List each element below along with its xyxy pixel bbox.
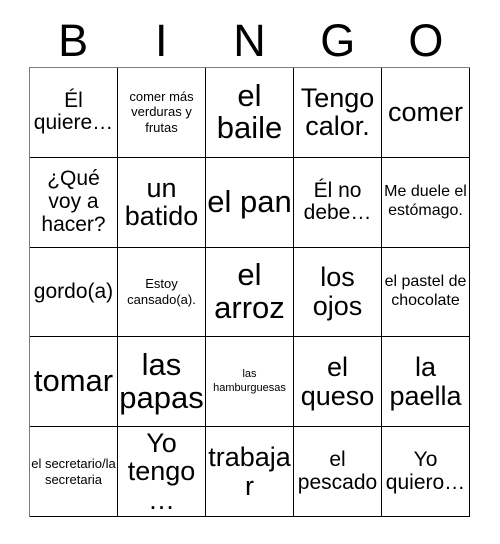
bingo-row: el secretario/la secretaria Yo tengo… trab… — [30, 427, 470, 517]
bingo-cell-text: Él quiere… — [33, 88, 114, 135]
bingo-cell-r3c1[interactable]: gordo(a) — [30, 247, 118, 338]
bingo-cell-r4c2[interactable]: las papas — [118, 337, 206, 428]
bingo-cell-text: el secretario/la secretaria — [31, 455, 116, 487]
bingo-cell-text: Tengo calor. — [300, 82, 375, 142]
bingo-cell-r4c1[interactable]: tomar — [30, 337, 118, 428]
bingo-cell-text: un batido — [124, 172, 199, 232]
bingo-cell-r5c3[interactable]: trabajar — [206, 427, 294, 517]
bingo-cell-text: los ojos — [312, 262, 363, 321]
bingo-cell-text: trabajar — [208, 441, 291, 501]
bingo-cell-r1c2[interactable]: comer más verduras y frutas — [118, 68, 206, 158]
bingo-cell-text: el arroz — [214, 257, 285, 325]
bingo-cell-r3c4[interactable]: los ojos — [294, 247, 382, 338]
bingo-cell-text: el pescado — [297, 447, 378, 494]
bingo-cell-text: Yo quiero… — [385, 447, 466, 494]
bingo-cell-text: Él no debe… — [303, 178, 372, 225]
bingo-cell-r4c4[interactable]: el queso — [294, 337, 382, 428]
bingo-cell-r4c5[interactable]: la paella — [382, 337, 470, 428]
bingo-cell-text: Yo tengo… — [127, 427, 196, 515]
bingo-cell-r4c3[interactable]: las hamburguesas — [206, 337, 294, 428]
bingo-cell-r2c2[interactable]: un batido — [118, 157, 206, 248]
bingo-cell-r3c2[interactable]: Estoy cansado(a). — [118, 247, 206, 338]
bingo-cell-text: el queso — [300, 352, 375, 411]
bingo-cell-text: las papas — [119, 346, 204, 415]
bingo-row: Él quiere… comer más verduras y frutas el … — [30, 68, 470, 158]
bingo-cell-r5c1[interactable]: el secretario/la secretaria — [30, 427, 118, 517]
bingo-cell-text: comer más verduras y frutas — [129, 88, 194, 136]
bingo-cell-r5c4[interactable]: el pescado — [294, 427, 382, 517]
bingo-cell-text: la paella — [389, 352, 462, 411]
bingo-header-letter-i: I — [155, 15, 168, 66]
bingo-card: B I N G O Él quiere… comer más verduras y fru… — [0, 0, 500, 544]
bingo-header-letter-o: O — [408, 15, 444, 66]
bingo-cell-text: comer — [387, 97, 463, 128]
bingo-cell-text: el pastel de chocolate — [384, 273, 467, 309]
bingo-cell-text: gordo(a) — [33, 279, 114, 303]
bingo-row: tomar las papas las hamburguesas el queso la… — [30, 337, 470, 428]
bingo-cell-text: las hamburguesas — [213, 368, 286, 394]
bingo-cell-r2c3[interactable]: el pan — [206, 157, 294, 248]
bingo-header-row: BINGO — [29, 14, 470, 67]
bingo-cell-r2c1[interactable]: ¿Qué voy a hacer? — [30, 157, 118, 248]
bingo-cell-text: ¿Qué voy a hacer? — [41, 167, 106, 236]
bingo-cell-text: Estoy cansado(a). — [127, 276, 196, 307]
bingo-row: gordo(a) Estoy cansado(a). el arroz los ojo… — [30, 247, 470, 338]
bingo-cell-r1c4[interactable]: Tengo calor. — [294, 68, 382, 158]
bingo-cell-text: el baile — [216, 77, 283, 146]
bingo-cell-r1c3[interactable]: el baile — [206, 68, 294, 158]
bingo-cell-r2c4[interactable]: Él no debe… — [294, 157, 382, 248]
bingo-cell-text: Me duele el estómago. — [384, 183, 467, 220]
bingo-header-letter-n: N — [233, 15, 266, 66]
bingo-cell-r1c1[interactable]: Él quiere… — [30, 68, 118, 158]
bingo-cell-text: el pan — [207, 183, 292, 219]
bingo-header-letter-b: B — [58, 15, 89, 66]
bingo-cell-r5c5[interactable]: Yo quiero… — [382, 427, 470, 517]
bingo-grid: Él quiere… comer más verduras y frutas el … — [29, 67, 470, 517]
bingo-cell-r3c5[interactable]: el pastel de chocolate — [382, 247, 470, 338]
bingo-header-letter-g: G — [320, 15, 356, 66]
bingo-cell-r3c3[interactable]: el arroz — [206, 247, 294, 338]
bingo-cell-text: tomar — [33, 363, 114, 399]
bingo-cell-r5c2[interactable]: Yo tengo… — [118, 427, 206, 517]
bingo-cell-r1c5[interactable]: comer — [382, 68, 470, 158]
bingo-cell-r2c5[interactable]: Me duele el estómago. — [382, 157, 470, 248]
bingo-row: ¿Qué voy a hacer? un batido el pan Él no de… — [30, 157, 470, 248]
